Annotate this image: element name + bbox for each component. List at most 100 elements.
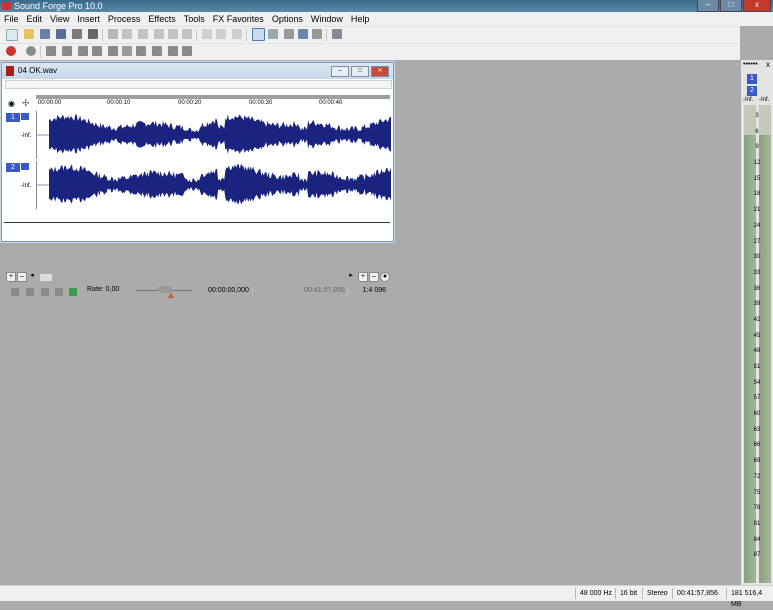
zoom-out-vertical-button[interactable]: – <box>17 272 27 282</box>
data-window-title-bar: 04 OK.wav – □ ✕ <box>2 63 393 79</box>
edit-tool-icon[interactable] <box>252 28 265 41</box>
scale-label: 75 <box>753 489 761 496</box>
channel-2-label[interactable]: 2 <box>6 163 20 172</box>
forward-fast-icon[interactable] <box>168 46 178 56</box>
meter-channel-1[interactable]: 1 <box>747 74 757 84</box>
maximize-button[interactable]: □ <box>720 0 742 12</box>
play-icon[interactable] <box>55 288 63 296</box>
play-icon[interactable] <box>62 46 72 56</box>
overview-bar[interactable] <box>5 80 392 89</box>
repeat-icon[interactable] <box>232 29 242 39</box>
add-marker-icon[interactable] <box>69 288 77 296</box>
scroll-left-button[interactable]: ◂ <box>28 272 36 280</box>
pencil-icon[interactable] <box>284 29 294 39</box>
redo-icon[interactable] <box>216 29 226 39</box>
stop-icon[interactable] <box>92 46 102 56</box>
envelope-icon[interactable] <box>312 29 322 39</box>
rewind-fast-icon[interactable] <box>136 46 146 56</box>
go-to-end-icon[interactable] <box>26 288 34 296</box>
cut-icon[interactable] <box>108 29 118 39</box>
meter-channel-2[interactable]: 2 <box>747 86 757 96</box>
menu-options[interactable]: Options <box>268 12 307 26</box>
meters-header: •••••• x <box>741 60 773 72</box>
scale-label: 3 <box>755 113 759 119</box>
go-to-start-icon[interactable] <box>108 46 118 56</box>
status-channels: Stereo <box>642 588 673 599</box>
go-to-end-icon[interactable] <box>182 46 192 56</box>
open-folder-icon[interactable] <box>24 29 34 39</box>
pause-icon[interactable] <box>78 46 88 56</box>
save-as-icon[interactable] <box>56 29 66 39</box>
zoom-out-button[interactable]: – <box>369 272 379 282</box>
menu-edit[interactable]: Edit <box>23 12 47 26</box>
menu-effects[interactable]: Effects <box>144 12 179 26</box>
trim-icon[interactable] <box>182 29 192 39</box>
channel-1-menu[interactable] <box>21 113 29 120</box>
rewind-icon[interactable] <box>122 46 132 56</box>
data-window-transport: Rate: 0,00 00:00:00,000 00:41:57,856 1:4… <box>2 283 393 303</box>
menu-file[interactable]: File <box>0 12 23 26</box>
close-button[interactable]: x <box>743 0 771 12</box>
ruler-label: 00:00:40 <box>319 100 343 106</box>
lock-icon[interactable]: ◉ <box>8 99 15 108</box>
scale-label: 30 <box>753 254 761 261</box>
channel-2-menu[interactable] <box>21 163 29 170</box>
print-icon[interactable] <box>72 29 82 39</box>
data-window-minimize-button[interactable]: – <box>331 66 349 77</box>
snap-icon[interactable] <box>332 29 342 39</box>
snap-to-icon[interactable]: ✢ <box>22 98 30 109</box>
scroll-thumb[interactable] <box>39 273 53 282</box>
waveform-channel-1[interactable] <box>36 111 391 159</box>
channel-1-label[interactable]: 1 <box>6 113 20 122</box>
cursor-position[interactable]: 00:00:00,000 <box>208 286 253 296</box>
event-tool-icon[interactable] <box>298 29 308 39</box>
copy-icon[interactable] <box>122 29 132 39</box>
zoom-in-vertical-button[interactable]: + <box>6 272 16 282</box>
menu-tools[interactable]: Tools <box>180 12 209 26</box>
menu-process[interactable]: Process <box>104 12 145 26</box>
scale-label: 72 <box>753 473 761 480</box>
magnify-icon[interactable] <box>268 29 278 39</box>
status-length: 00:41:57,856 <box>672 588 727 599</box>
play-all-icon[interactable] <box>46 46 56 56</box>
scale-label: 12 <box>753 160 761 167</box>
mix-icon[interactable] <box>154 29 164 39</box>
scale-label: 33 <box>753 269 761 276</box>
menu-window[interactable]: Window <box>307 12 347 26</box>
meters-grip[interactable]: •••••• <box>743 61 758 68</box>
save-icon[interactable] <box>40 29 50 39</box>
record-icon[interactable] <box>6 46 16 56</box>
menu-view[interactable]: View <box>46 12 73 26</box>
forward-icon[interactable] <box>152 46 162 56</box>
ruler-label: 00:00:20 <box>178 100 202 106</box>
go-to-start-icon[interactable] <box>11 288 19 296</box>
scale-label: 66 <box>753 442 761 449</box>
new-file-icon[interactable] <box>6 29 18 41</box>
channel-2-peak: -Inf. <box>21 183 32 189</box>
horizontal-scrollbar[interactable]: + – ◂ ▸ + – ● <box>6 272 390 282</box>
zoom-normal-button[interactable]: ● <box>380 272 390 282</box>
paste-icon[interactable] <box>138 29 148 39</box>
menu-insert[interactable]: Insert <box>73 12 104 26</box>
stop-icon[interactable] <box>41 288 49 296</box>
zoom-in-button[interactable]: + <box>358 272 368 282</box>
menu-fx-favorites[interactable]: FX Favorites <box>209 12 268 26</box>
transport-toolbar <box>0 43 740 60</box>
data-window-close-button[interactable]: ✕ <box>371 66 389 77</box>
scale-label: 27 <box>753 238 761 245</box>
print-preview-icon[interactable] <box>88 29 98 39</box>
undo-icon[interactable] <box>202 29 212 39</box>
waveform-channel-2[interactable] <box>36 161 391 209</box>
menu-help[interactable]: Help <box>347 12 374 26</box>
scroll-right-button[interactable]: ▸ <box>347 272 355 280</box>
standard-toolbar <box>0 26 740 43</box>
loop-icon[interactable] <box>26 46 36 56</box>
meters-close-button[interactable]: x <box>766 60 770 69</box>
data-window-restore-button[interactable]: □ <box>351 66 369 77</box>
rate-slider-knob[interactable] <box>158 286 172 293</box>
scale-label: 54 <box>753 379 761 386</box>
crop-icon[interactable] <box>168 29 178 39</box>
rate-slider-marker <box>168 293 174 298</box>
playback-rate: Rate: 0,00 <box>87 286 120 293</box>
minimize-button[interactable]: – <box>697 0 719 12</box>
